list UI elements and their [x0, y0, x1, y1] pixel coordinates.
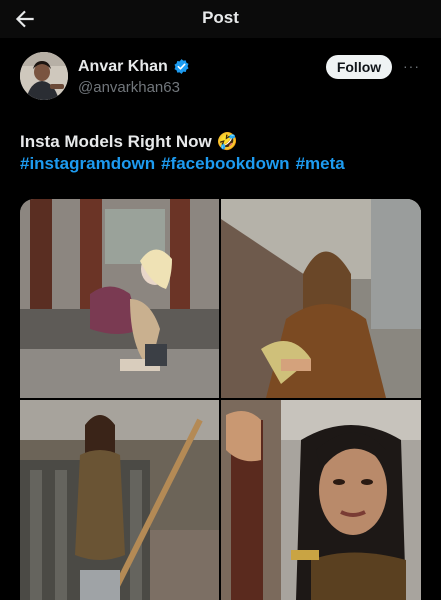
hashtag-link[interactable]: #meta — [296, 154, 345, 173]
media-image-4[interactable] — [221, 400, 421, 600]
media-image-3[interactable] — [20, 400, 219, 600]
follow-button[interactable]: Follow — [326, 55, 392, 79]
hashtag-list: #instagramdown #facebookdown #meta — [20, 154, 351, 174]
hashtag-link[interactable]: #instagramdown — [20, 154, 155, 173]
more-options-icon[interactable]: ··· — [403, 58, 420, 74]
author-name[interactable]: Anvar Khan — [78, 58, 168, 76]
verified-badge-icon — [174, 59, 189, 74]
post-text: Insta Models Right Now 🤣 — [20, 132, 238, 151]
author-handle[interactable]: @anvarkhan63 — [78, 79, 180, 96]
media-image-1[interactable] — [20, 199, 219, 398]
avatar[interactable] — [20, 52, 68, 100]
hashtag-link[interactable]: #facebookdown — [161, 154, 289, 173]
top-bar: Post — [0, 0, 441, 38]
media-image-2[interactable] — [221, 199, 421, 398]
page-title: Post — [202, 8, 239, 27]
media-grid — [20, 199, 421, 600]
